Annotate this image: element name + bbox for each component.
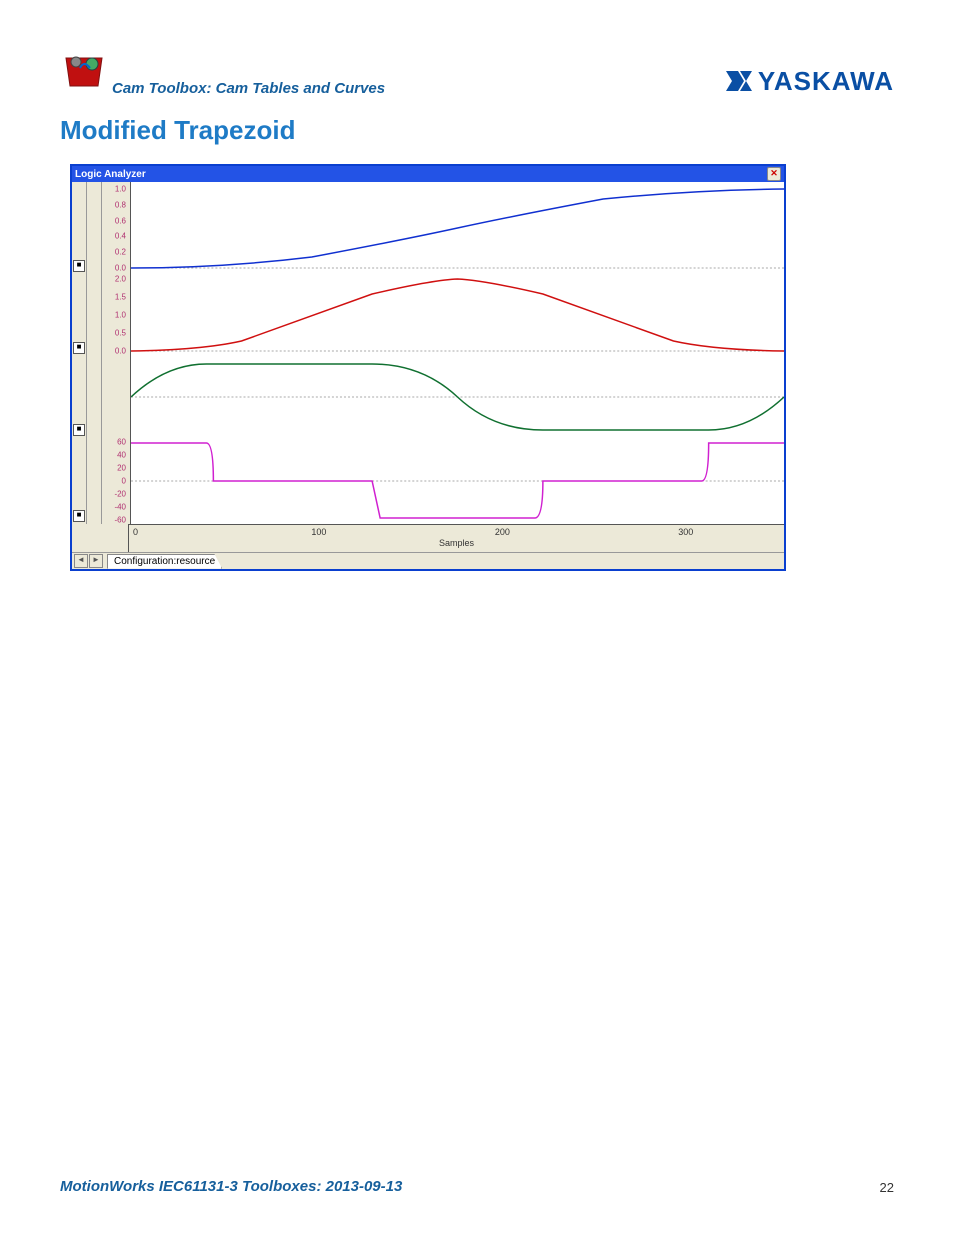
pane-toggle[interactable]: ■ — [72, 356, 87, 438]
tab-bar: ◄ ► Configuration:resource — [72, 552, 784, 569]
plot-area: ■ P - Task.Stub 1.0 0.8 0.6 0.4 0.2 0.0 — [72, 182, 784, 569]
y-axis-a — [102, 356, 131, 438]
section-title: Modified Trapezoid — [60, 115, 894, 146]
page-number: 22 — [880, 1180, 894, 1195]
chart-canvas-j — [131, 438, 784, 524]
y-axis-p: 1.0 0.8 0.6 0.4 0.2 0.0 — [102, 182, 131, 274]
yaskawa-icon — [724, 69, 754, 95]
pane-toggle[interactable]: ■ — [72, 274, 87, 356]
tab-next-icon[interactable]: ► — [89, 554, 103, 568]
toolbox-icon — [60, 50, 108, 97]
brand-logo: YASKAWA — [724, 66, 894, 97]
chart-canvas-a — [131, 356, 784, 438]
x-axis-label: Samples — [439, 538, 474, 548]
tab-prev-icon[interactable]: ◄ — [74, 554, 88, 568]
chart-canvas-p — [131, 182, 784, 274]
pane-velocity: ■ V - Task.Stub 2.0 1.5 1.0 0.5 0.0 — [72, 274, 784, 356]
close-icon[interactable]: ✕ — [767, 167, 781, 181]
window-title: Logic Analyzer — [75, 169, 146, 180]
pane-toggle[interactable]: ■ — [72, 438, 87, 524]
window-titlebar[interactable]: Logic Analyzer ✕ — [72, 166, 784, 182]
brand-text: YASKAWA — [758, 66, 894, 97]
page-header: Cam Toolbox: Cam Tables and Curves YASKA… — [60, 50, 894, 97]
logic-analyzer-window: Logic Analyzer ✕ ■ P - Task.Stub 1.0 0.8… — [70, 164, 786, 571]
y-axis-v: 2.0 1.5 1.0 0.5 0.0 — [102, 274, 131, 356]
x-axis: 0 100 200 300 Samples — [72, 524, 784, 552]
pane-jerk: ■ J - Task.Stub 60 40 20 0 -20 -40 -60 — [72, 438, 784, 524]
pane-acceleration: ■ A - Task.Stub — [72, 356, 784, 438]
tab-configuration[interactable]: Configuration:resource — [107, 554, 222, 569]
doc-chapter-title: Cam Toolbox: Cam Tables and Curves — [112, 80, 385, 97]
y-axis-j: 60 40 20 0 -20 -40 -60 — [102, 438, 131, 524]
pane-toggle[interactable]: ■ — [72, 182, 87, 274]
page-footer: MotionWorks IEC61131-3 Toolboxes: 2013-0… — [60, 1178, 894, 1195]
chart-canvas-v — [131, 274, 784, 356]
footer-text: MotionWorks IEC61131-3 Toolboxes: 2013-0… — [60, 1178, 402, 1195]
pane-position: ■ P - Task.Stub 1.0 0.8 0.6 0.4 0.2 0.0 — [72, 182, 784, 274]
